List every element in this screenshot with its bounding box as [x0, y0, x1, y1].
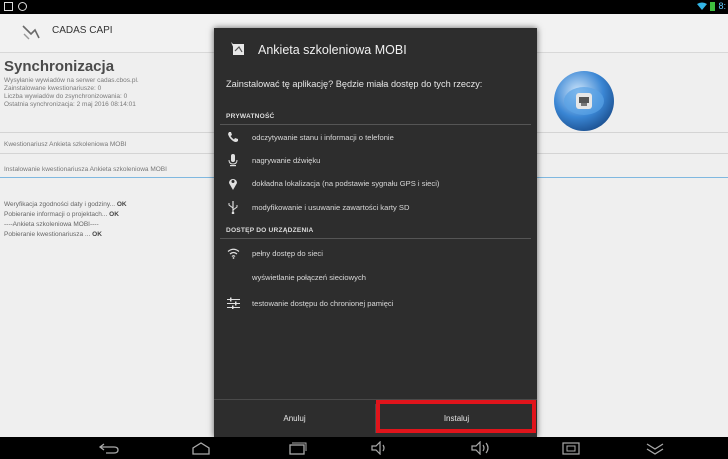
device-section-header: DOSTĘP DO URZĄDZENIA — [226, 227, 314, 234]
sync-panel: Synchronizacja Wysyłanie wywiadów na ser… — [4, 58, 219, 109]
permission-label: pełny dostęp do sieci — [252, 248, 323, 258]
log-line: Pobieranie informacji o projektach... OK — [4, 211, 119, 218]
app-logo-icon[interactable] — [20, 20, 42, 42]
section-divider — [220, 238, 531, 239]
sync-info-line: Ostatnia synchronizacja: 2 maj 2016 08:1… — [4, 101, 136, 108]
app-title: CADAS CAPI — [52, 25, 113, 36]
recent-apps-icon[interactable] — [286, 441, 308, 455]
permission-item: nagrywanie dźwięku — [226, 153, 320, 167]
app-logo-icon — [231, 42, 244, 55]
hide-navigation-icon[interactable] — [644, 441, 666, 455]
permission-label: nagrywanie dźwięku — [252, 155, 321, 165]
navigation-bar — [0, 437, 728, 459]
permission-item: odczytywanie stanu i informacji o telefo… — [226, 130, 394, 144]
permission-label: testowanie dostępu do chronionej pamięci — [252, 298, 394, 308]
phone-icon — [226, 130, 240, 144]
questionnaire-label: Kwestionariusz Ankieta szkoleniowa MOBI — [4, 141, 127, 148]
volume-up-icon[interactable] — [470, 441, 492, 455]
permission-item: dokładna lokalizacja (na podstawie sygna… — [226, 176, 439, 190]
sync-log: Weryfikacja zgodności daty i godziny... … — [4, 200, 127, 240]
sync-globe-icon[interactable] — [552, 69, 616, 133]
settings-sliders-icon — [226, 296, 240, 310]
permission-label: dokładna lokalizacja (na podstawie sygna… — [252, 178, 440, 188]
installing-label: Instalowanie kwestionariusza Ankieta szk… — [4, 166, 167, 173]
install-dialog: Ankieta szkoleniowa MOBI Zainstalować tę… — [214, 28, 537, 437]
install-button-highlight — [376, 400, 536, 433]
volume-down-icon[interactable] — [370, 441, 392, 455]
section-divider — [220, 124, 531, 125]
location-icon — [226, 176, 240, 190]
permission-item: pełny dostęp do sieci — [226, 246, 323, 260]
usb-icon — [226, 200, 240, 214]
install-question: Zainstalować tę aplikację? Będzie miała … — [226, 79, 483, 89]
status-ok: OK — [92, 231, 102, 238]
dialog-title: Ankieta szkoleniowa MOBI — [258, 43, 407, 57]
log-line: Weryfikacja zgodności daty i godziny... … — [4, 201, 127, 208]
permission-item: modyfikowanie i usuwanie zawartości kart… — [226, 200, 409, 214]
sync-info-line: Zainstalowane kwestionariusze: 0 — [4, 85, 102, 92]
status-bar: 8: — [0, 0, 728, 14]
app-notification-icon — [18, 2, 27, 11]
log-line: Pobieranie kwestionariusza ... OK — [4, 231, 102, 238]
status-ok: OK — [116, 201, 127, 208]
privacy-section-header: PRYWATNOŚĆ — [226, 113, 275, 120]
permission-label: odczytywanie stanu i informacji o telefo… — [252, 132, 394, 142]
microphone-icon — [226, 153, 240, 167]
log-line: ----Ankieta szkoleniowa MOBI---- — [4, 221, 99, 228]
wifi-icon — [226, 246, 240, 260]
permission-sublabel: wyświetlanie połączeń sieciowych — [252, 273, 366, 282]
permission-label: modyfikowanie i usuwanie zawartości kart… — [252, 202, 410, 212]
sync-info-line: Liczba wywiadów do zsynchronizowania: 0 — [4, 93, 128, 100]
dialog-header: Ankieta szkoleniowa MOBI — [214, 28, 537, 62]
clock: 8: — [718, 1, 726, 11]
home-icon[interactable] — [190, 441, 212, 455]
screenshot-icon[interactable] — [560, 441, 582, 455]
battery-icon — [710, 1, 716, 11]
sync-info-line: Wysyłanie wywiadów na serwer cadas.cbos.… — [4, 77, 139, 84]
status-ok: OK — [109, 211, 119, 218]
permission-item: testowanie dostępu do chronionej pamięci — [226, 296, 393, 310]
wifi-status-icon — [697, 2, 708, 10]
gallery-notification-icon — [4, 2, 13, 11]
back-icon[interactable] — [98, 441, 120, 455]
sync-title: Synchronizacja — [4, 58, 115, 75]
cancel-button[interactable]: Anuluj — [214, 400, 375, 437]
